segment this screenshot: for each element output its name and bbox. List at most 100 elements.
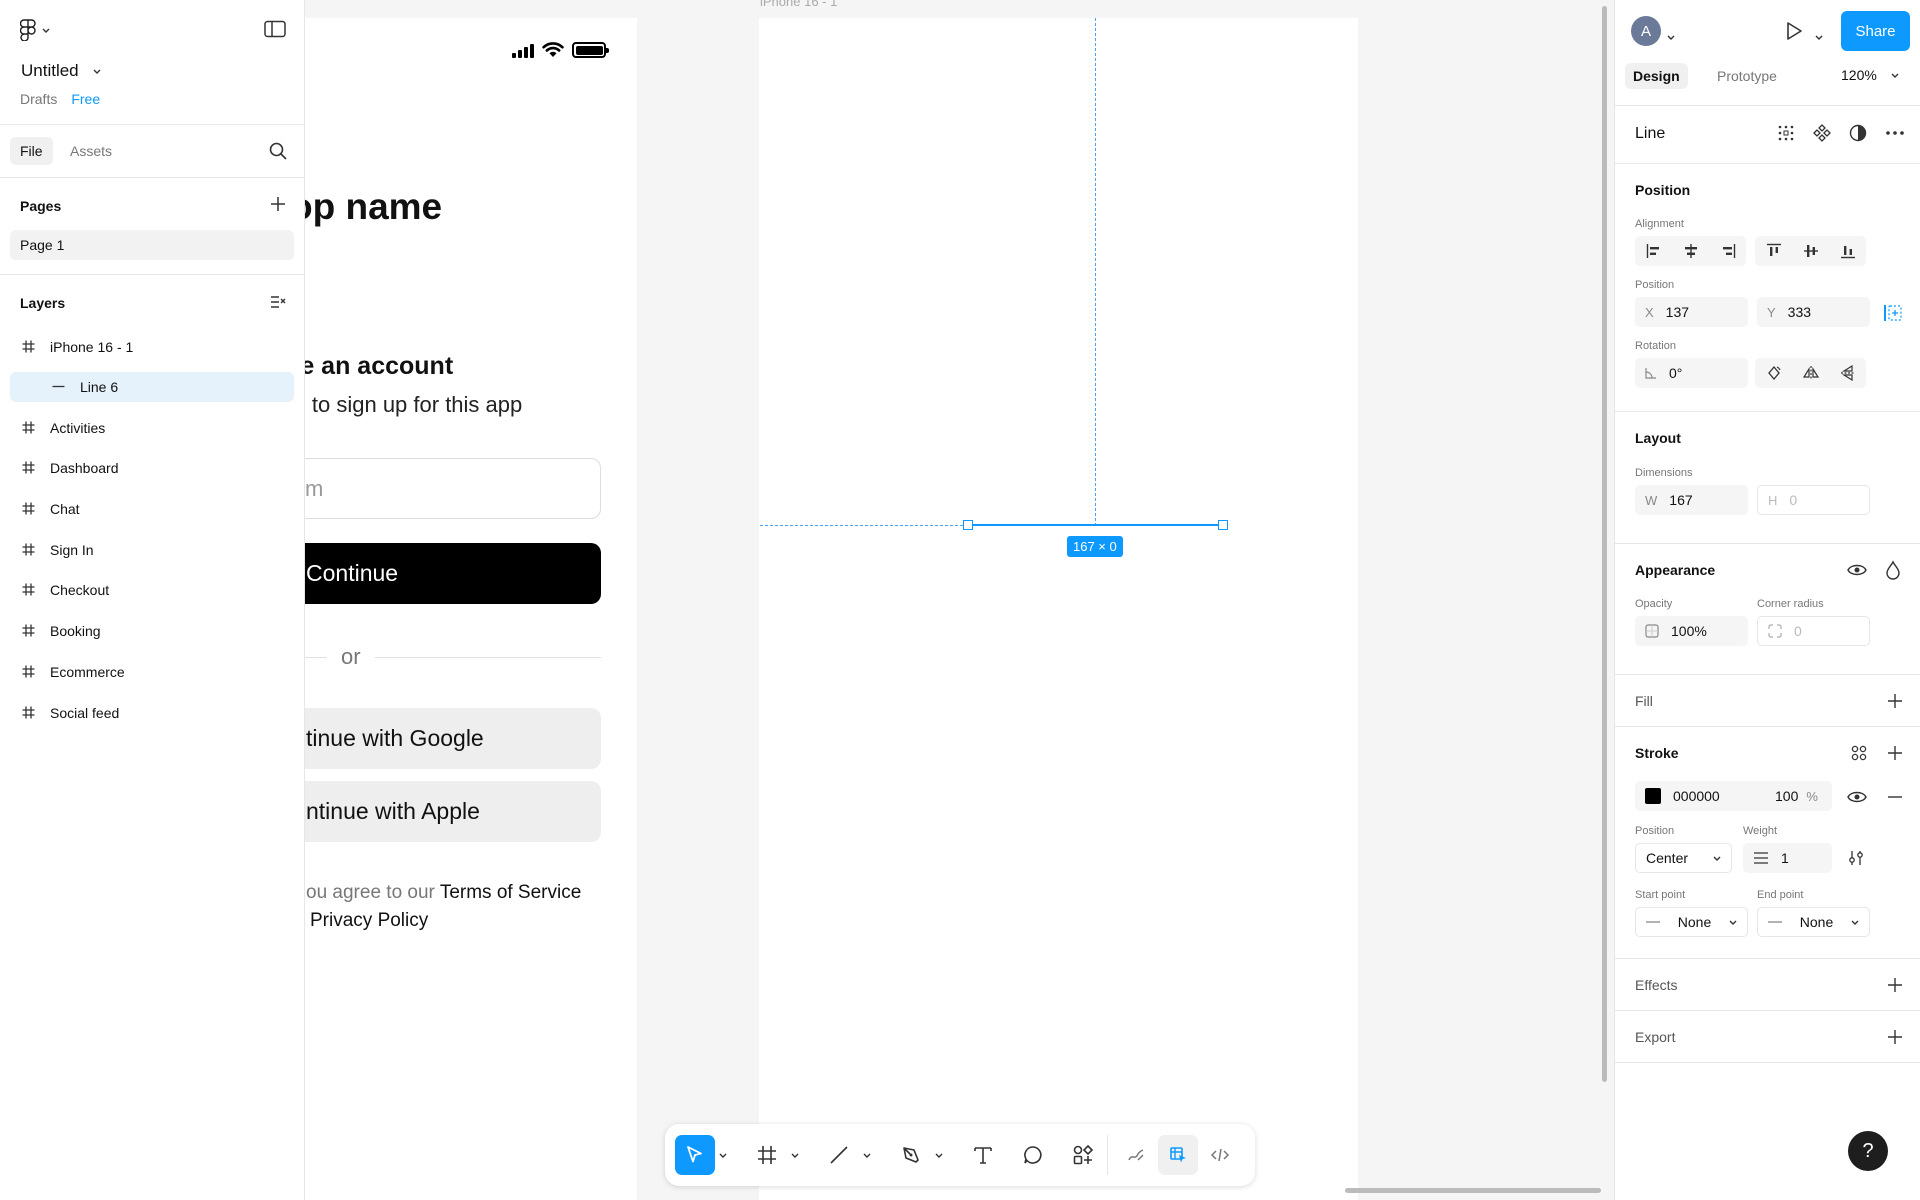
add-fill-button[interactable] [1887,693,1903,712]
selected-line[interactable] [968,524,1223,526]
rotate-90-button[interactable] [1755,358,1792,388]
continue-button-mock[interactable]: Continue [280,543,601,604]
constraints-button[interactable] [1883,304,1903,325]
stroke-color-swatch[interactable] [1645,788,1661,804]
tab-design[interactable]: Design [1625,63,1688,89]
frame-label[interactable]: iPhone 16 - 1 [760,0,837,9]
tab-file[interactable]: File [10,137,53,165]
stroke-styles-button[interactable] [1851,745,1867,764]
align-left-button[interactable] [1635,236,1672,266]
stroke-weight-field[interactable]: 1 [1743,843,1832,873]
terms-prefix: ou agree to our [306,882,440,903]
page-item[interactable]: Page 1 [10,230,294,260]
terms-text[interactable]: ou agree to our Terms of Service Privacy… [306,879,581,935]
y-position-field[interactable]: Y 333 [1757,297,1870,327]
design-mode-button[interactable] [1158,1135,1198,1175]
align-middle-button[interactable] [1792,236,1829,266]
add-effect-button[interactable] [1887,977,1903,996]
opacity-field[interactable]: 100% [1635,616,1748,646]
end-point-dropdown[interactable]: None [1757,907,1870,937]
share-button[interactable]: Share [1841,11,1910,51]
plan-badge[interactable]: Free [71,91,100,107]
search-layers-button[interactable] [268,141,288,166]
layer-activities[interactable]: Activities [10,408,294,449]
create-account-title[interactable]: te an account [292,352,453,381]
email-input-mock[interactable]: m [280,458,601,519]
remove-stroke-button[interactable] [1887,789,1903,808]
pen-tool-chevron[interactable] [931,1135,947,1175]
layer-sign-in[interactable]: Sign In [10,530,294,571]
layer-booking[interactable]: Booking [10,611,294,652]
vertical-scrollbar[interactable] [1602,6,1607,1082]
align-bottom-button[interactable] [1829,236,1866,266]
add-stroke-button[interactable] [1887,745,1903,764]
horizontal-scrollbar[interactable] [1345,1188,1601,1193]
dev-mode-button[interactable] [1200,1135,1240,1175]
avatar-menu-button[interactable] [1667,28,1675,43]
align-right-button[interactable] [1709,236,1746,266]
resize-handle-end[interactable] [1218,520,1228,530]
toggle-sidebar-button[interactable] [264,20,286,43]
more-options-button[interactable] [1885,124,1905,145]
stroke-settings-button[interactable] [1847,850,1865,869]
help-button[interactable]: ? [1848,1131,1888,1171]
layer-iphone-16-1[interactable]: iPhone 16 - 1 [10,327,294,368]
height-field[interactable]: H0 [1757,485,1870,515]
create-account-subtitle[interactable]: il to sign up for this app [296,392,522,418]
layer-social-feed[interactable]: Social feed [10,693,294,734]
app-name-heading[interactable]: op name [290,186,442,228]
layer-ecommerce[interactable]: Ecommerce [10,652,294,693]
align-center-h-button[interactable] [1672,236,1709,266]
corner-radius-field[interactable]: 0 [1757,616,1870,646]
move-tool-chevron[interactable] [715,1135,731,1175]
add-export-button[interactable] [1887,1029,1903,1048]
present-options-button[interactable] [1815,28,1823,43]
cellular-signal-icon [512,42,534,58]
shape-tool-chevron[interactable] [859,1135,875,1175]
drafts-link[interactable]: Drafts [20,91,57,107]
frame-tool[interactable] [747,1135,787,1175]
avatar[interactable]: A [1631,16,1661,46]
collapse-layers-button[interactable] [270,295,286,314]
rotation-field[interactable]: 0° [1635,358,1748,388]
move-tool[interactable] [675,1135,715,1175]
pen-tool[interactable] [891,1135,931,1175]
stroke-visibility-button[interactable] [1847,789,1867,808]
file-title[interactable]: Untitled [21,61,101,81]
iphone-frame-selected[interactable] [759,18,1358,1200]
frame-tool-chevron[interactable] [787,1135,803,1175]
stroke-position-label: Position [1635,825,1675,837]
flip-vertical-button[interactable] [1829,358,1866,388]
toggle-visibility-button[interactable] [1847,562,1867,581]
flip-horizontal-button[interactable] [1792,358,1829,388]
add-page-button[interactable] [270,196,286,217]
tab-assets[interactable]: Assets [60,137,122,165]
main-menu-button[interactable] [20,19,50,41]
assets-tool[interactable] [1063,1135,1103,1175]
tab-prototype[interactable]: Prototype [1709,63,1785,89]
present-button[interactable] [1785,21,1803,44]
zoom-dropdown[interactable]: 120% [1841,67,1899,83]
layer-dashboard[interactable]: Dashboard [10,448,294,489]
resize-handle-start[interactable] [963,520,973,530]
start-point-dropdown[interactable]: None [1635,907,1748,937]
stroke-weight-value: 1 [1781,850,1789,866]
layout-grid-button[interactable] [1777,124,1795,145]
draw-mode-button[interactable] [1116,1135,1156,1175]
layer-line-6[interactable]: Line 6 [10,371,294,402]
text-tool[interactable] [963,1135,1003,1175]
width-field[interactable]: W 167 [1635,485,1748,515]
line-tool[interactable] [819,1135,859,1175]
align-top-button[interactable] [1755,236,1792,266]
apple-button-mock[interactable]: ntinue with Apple [280,781,601,842]
create-component-button[interactable] [1813,124,1831,145]
stroke-color-field[interactable]: 000000 100 % [1635,781,1832,811]
mask-button[interactable] [1849,124,1867,145]
x-position-field[interactable]: X 137 [1635,297,1748,327]
google-button-mock[interactable]: tinue with Google [280,708,601,769]
blend-mode-button[interactable] [1885,560,1901,583]
comment-tool[interactable] [1013,1135,1053,1175]
layer-checkout[interactable]: Checkout [10,570,294,611]
layer-chat[interactable]: Chat [10,489,294,530]
stroke-position-dropdown[interactable]: Center [1635,843,1732,873]
